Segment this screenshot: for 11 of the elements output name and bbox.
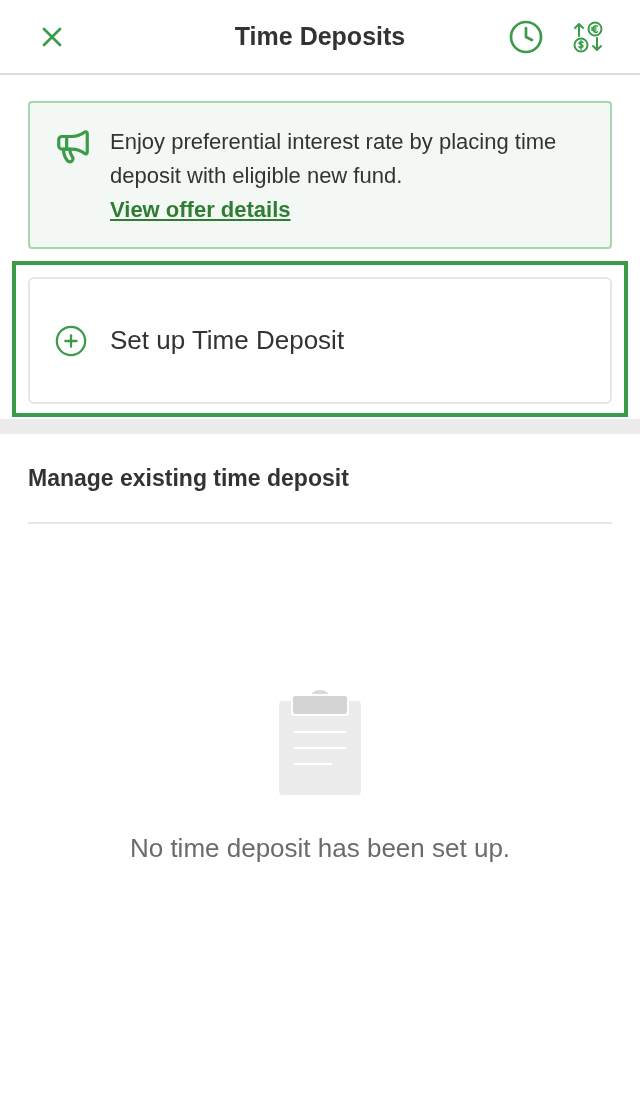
setup-time-deposit-button[interactable]: Set up Time Deposit: [28, 277, 612, 404]
page-title: Time Deposits: [234, 20, 406, 52]
plus-circle-icon: [54, 323, 88, 358]
section-heading: Manage existing time deposit: [28, 464, 350, 493]
view-offer-link[interactable]: View offer details: [110, 197, 291, 222]
clipboard-icon: [279, 689, 361, 795]
empty-state-message: No time deposit has been set up.: [129, 833, 511, 863]
currency-exchange-icon[interactable]: [572, 20, 604, 53]
promo-text: Enjoy preferential interest rate by placing time deposit with eligible new fund. View offer details: [110, 128, 558, 224]
megaphone-icon: [54, 127, 92, 165]
history-clock-icon[interactable]: [508, 18, 544, 55]
